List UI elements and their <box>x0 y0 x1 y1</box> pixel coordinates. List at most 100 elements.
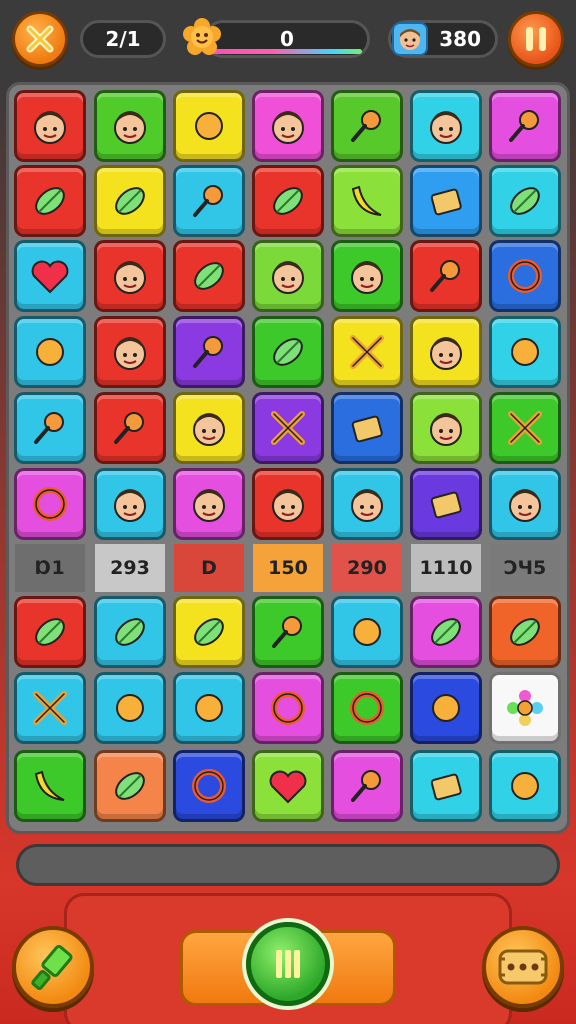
board-tile[interactable] <box>14 90 86 162</box>
pause-icon <box>276 950 300 978</box>
board-tile[interactable] <box>94 596 166 668</box>
board-tile[interactable] <box>410 90 482 162</box>
board-tile[interactable] <box>252 750 324 822</box>
board-tile[interactable] <box>173 240 245 312</box>
board-tile[interactable] <box>173 672 245 744</box>
board-tile[interactable] <box>489 468 561 540</box>
candy-drop-icon <box>351 110 381 142</box>
brush-booster-button[interactable] <box>12 926 94 1008</box>
board-tile[interactable] <box>489 316 561 388</box>
board-tile[interactable] <box>252 468 324 540</box>
board-tile[interactable] <box>331 392 403 464</box>
board-tile[interactable] <box>94 90 166 162</box>
banana-icon <box>351 185 382 216</box>
board-tile[interactable] <box>410 596 482 668</box>
progress-bar <box>16 844 560 886</box>
board-tile[interactable] <box>410 750 482 822</box>
board-tile[interactable] <box>331 750 403 822</box>
board-tile[interactable] <box>14 750 86 822</box>
board-tile[interactable] <box>173 316 245 388</box>
board-tile[interactable] <box>173 392 245 464</box>
green-lion-icon <box>351 489 383 522</box>
score-cell: ƆЧ5 <box>490 544 560 592</box>
board-tile[interactable] <box>14 672 86 744</box>
board-tile[interactable] <box>94 750 166 822</box>
purple-monster-icon <box>430 337 462 370</box>
board-tile[interactable] <box>252 165 324 237</box>
board-tile[interactable] <box>489 90 561 162</box>
blue-swirl-icon <box>192 769 226 803</box>
board-tile[interactable] <box>410 240 482 312</box>
board-tile[interactable] <box>331 596 403 668</box>
board-tile[interactable] <box>14 392 86 464</box>
board-tile[interactable] <box>331 90 403 162</box>
play-pause-button[interactable] <box>246 922 330 1006</box>
board-tile[interactable] <box>14 596 86 668</box>
girl-face-icon <box>509 489 541 522</box>
board-tile[interactable] <box>94 316 166 388</box>
cookie-icon <box>498 949 548 985</box>
board-tile[interactable] <box>14 240 86 312</box>
close-button[interactable] <box>12 11 68 67</box>
yellow-bone-icon <box>511 772 539 800</box>
yellow-leaf-icon <box>115 772 145 800</box>
pause-button[interactable] <box>508 11 564 67</box>
board-tile[interactable] <box>94 468 166 540</box>
board-tile[interactable] <box>489 672 561 744</box>
board-tile[interactable] <box>331 165 403 237</box>
yellow-bar-icon <box>351 415 383 443</box>
glue-bottle-icon <box>36 338 64 366</box>
cat-face-icon <box>114 111 146 144</box>
board-tile[interactable] <box>14 165 86 237</box>
board-tile[interactable] <box>410 316 482 388</box>
score-cell: D <box>174 544 244 592</box>
board-tile[interactable] <box>331 672 403 744</box>
player-face-icon <box>392 22 428 56</box>
cookie-booster-button[interactable] <box>482 926 564 1008</box>
orange-face-icon <box>114 489 146 522</box>
girl-face-icon <box>430 413 462 446</box>
board-tile[interactable] <box>94 672 166 744</box>
bone-candy-icon <box>510 187 540 215</box>
boy-face-icon <box>272 261 304 294</box>
board-tile[interactable] <box>173 596 245 668</box>
board-tile[interactable] <box>489 165 561 237</box>
blue-capsule-icon <box>35 187 65 215</box>
board-tile[interactable] <box>173 750 245 822</box>
banana-icon <box>34 770 65 801</box>
board-tile[interactable] <box>331 468 403 540</box>
board-tile[interactable] <box>410 392 482 464</box>
board-tile[interactable] <box>410 672 482 744</box>
board-tile[interactable] <box>331 316 403 388</box>
board-tile[interactable] <box>252 90 324 162</box>
board-tile[interactable] <box>489 392 561 464</box>
carrot-icon <box>430 260 460 292</box>
board-tile[interactable] <box>252 672 324 744</box>
purple-candy-icon <box>194 618 224 646</box>
board-tile[interactable] <box>489 240 561 312</box>
board-tile[interactable] <box>252 240 324 312</box>
board-tile[interactable] <box>410 165 482 237</box>
board-tile[interactable] <box>94 392 166 464</box>
board-tile[interactable] <box>14 316 86 388</box>
board-tile[interactable] <box>331 240 403 312</box>
brush-icon <box>114 412 144 444</box>
board-tile[interactable] <box>252 392 324 464</box>
heart-check-icon <box>31 260 69 294</box>
board-tile[interactable] <box>173 90 245 162</box>
board-tile[interactable] <box>14 468 86 540</box>
target-icon <box>350 691 384 725</box>
board-tile[interactable] <box>252 596 324 668</box>
board-tile[interactable] <box>252 316 324 388</box>
boy-face-icon <box>34 111 66 144</box>
boy-face-icon <box>114 261 146 294</box>
board-tile[interactable] <box>410 468 482 540</box>
board-tile[interactable] <box>94 165 166 237</box>
board-tile[interactable] <box>489 750 561 822</box>
board-tile[interactable] <box>489 596 561 668</box>
green-leaf-icon <box>115 618 145 646</box>
board-tile[interactable] <box>173 165 245 237</box>
board-tile[interactable] <box>94 240 166 312</box>
orange-drop-icon <box>34 412 64 444</box>
board-tile[interactable] <box>173 468 245 540</box>
